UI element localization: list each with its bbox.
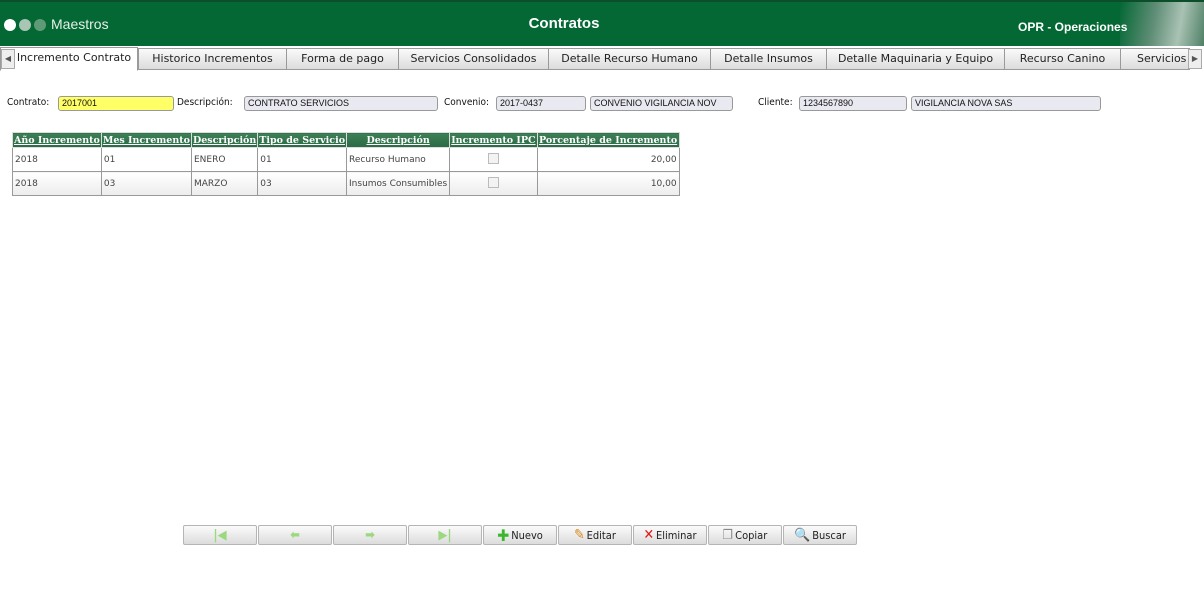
tab-detalle-recurso-humano[interactable]: Detalle Recurso Humano [548,48,711,70]
col-tipo-servicio[interactable]: Tipo de Servicio [257,132,348,148]
tab-recurso-canino[interactable]: Recurso Canino [1004,48,1121,70]
cell-porcentaje: 10,00 [536,171,680,196]
col-mes[interactable]: Mes Incremento [100,132,192,148]
cell-mes: 03 [100,171,192,196]
cell-tipo-servicio: 03 [257,171,348,196]
col-porcentaje[interactable]: Porcentaje de Incremento [536,132,680,148]
first-icon: |◀ [213,527,227,543]
contrato-input[interactable]: 2017001 [58,96,174,111]
next-record-button[interactable]: ➡ [333,525,407,545]
tab-incremento-contrato[interactable]: Incremento Contrato [0,47,138,71]
tab-servicios-consolidados[interactable]: Servicios Consolidados [398,48,549,70]
col-incremento-ipc[interactable]: Incremento IPC [449,132,538,148]
copiar-button[interactable]: ❐ Copiar [708,525,782,545]
search-icon: 🔍 [794,527,811,543]
previous-record-button[interactable]: ⬅ [258,525,332,545]
cliente-descripcion-input[interactable]: VIGILANCIA NOVA SAS [911,96,1101,111]
buscar-label: Buscar [812,528,846,542]
descripcion-label: Descripción: [177,97,233,108]
cell-descripcion-mes: ENERO [190,147,259,172]
tab-bar: Historico Incrementos Forma de pago Serv… [0,47,1204,71]
cell-descripcion-mes: MARZO [190,171,259,196]
tab-detalle-maquinaria[interactable]: Detalle Maquinaria y Equipo [826,48,1005,70]
cliente-label: Cliente: [758,97,793,108]
tab-detalle-insumos[interactable]: Detalle Insumos [710,48,827,70]
contrato-label: Contrato: [7,97,50,108]
tab-historico-incrementos[interactable]: Historico Incrementos [138,48,287,70]
last-record-button[interactable]: ▶| [408,525,482,545]
increments-table: Año Incremento Mes Incremento Descripció… [12,132,680,196]
plus-icon: ✚ [497,525,510,545]
convenio-input[interactable]: 2017-0437 [496,96,586,111]
cell-anio: 2018 [12,147,102,172]
first-record-button[interactable]: |◀ [183,525,257,545]
cell-porcentaje: 20,00 [536,147,680,172]
buscar-button[interactable]: 🔍 Buscar [783,525,857,545]
delete-x-icon: ✕ [643,527,654,543]
cell-descripcion-servicio: Insumos Consumibles [346,171,451,196]
col-descripcion-mes[interactable]: Descripción [190,132,259,148]
nuevo-button[interactable]: ✚ Nuevo [483,525,557,545]
eliminar-label: Eliminar [656,528,697,542]
tab-servicios[interactable]: Servicios ( [1120,48,1190,70]
cell-mes: 01 [100,147,192,172]
page-title: Contratos [528,15,600,32]
header-decoration [1120,2,1204,46]
copiar-label: Copiar [735,528,768,542]
eliminar-button[interactable]: ✕ Eliminar [633,525,707,545]
last-icon: ▶| [438,527,452,543]
editar-label: Editar [586,528,616,542]
pencil-icon: ✎ [574,527,585,543]
tab-scroll-right-icon[interactable]: ▶ [1188,49,1202,69]
cell-anio: 2018 [12,171,102,196]
nuevo-label: Nuevo [511,528,543,542]
editar-button[interactable]: ✎ Editar [558,525,632,545]
arrow-right-icon: ➡ [365,527,375,543]
cell-descripcion-servicio: Recurso Humano [346,147,451,172]
module-name: OPR - Operaciones [1018,20,1128,34]
col-anio[interactable]: Año Incremento [12,132,102,148]
table-row[interactable]: 2018 03 MARZO 03 Insumos Consumibles 10,… [12,171,680,196]
convenio-label: Convenio: [444,97,490,108]
cliente-input[interactable]: 1234567890 [799,96,907,111]
arrow-left-icon: ⬅ [290,527,300,543]
descripcion-input[interactable]: CONTRATO SERVICIOS [244,96,438,111]
tab-forma-de-pago[interactable]: Forma de pago [286,48,399,70]
convenio-descripcion-input[interactable]: CONVENIO VIGILANCIA NOV [590,96,733,111]
copy-icon: ❐ [722,527,734,543]
tab-scroll-left-icon[interactable]: ◀ [1,49,15,69]
col-descripcion-servicio[interactable]: Descripción [346,132,451,148]
app-header: Maestros Contratos OPR - Operaciones [0,0,1204,46]
table-row[interactable]: 2018 01 ENERO 01 Recurso Humano 20,00 [12,147,680,172]
cell-tipo-servicio: 01 [257,147,348,172]
ipc-checkbox[interactable] [487,176,499,188]
ipc-checkbox[interactable] [487,152,499,164]
